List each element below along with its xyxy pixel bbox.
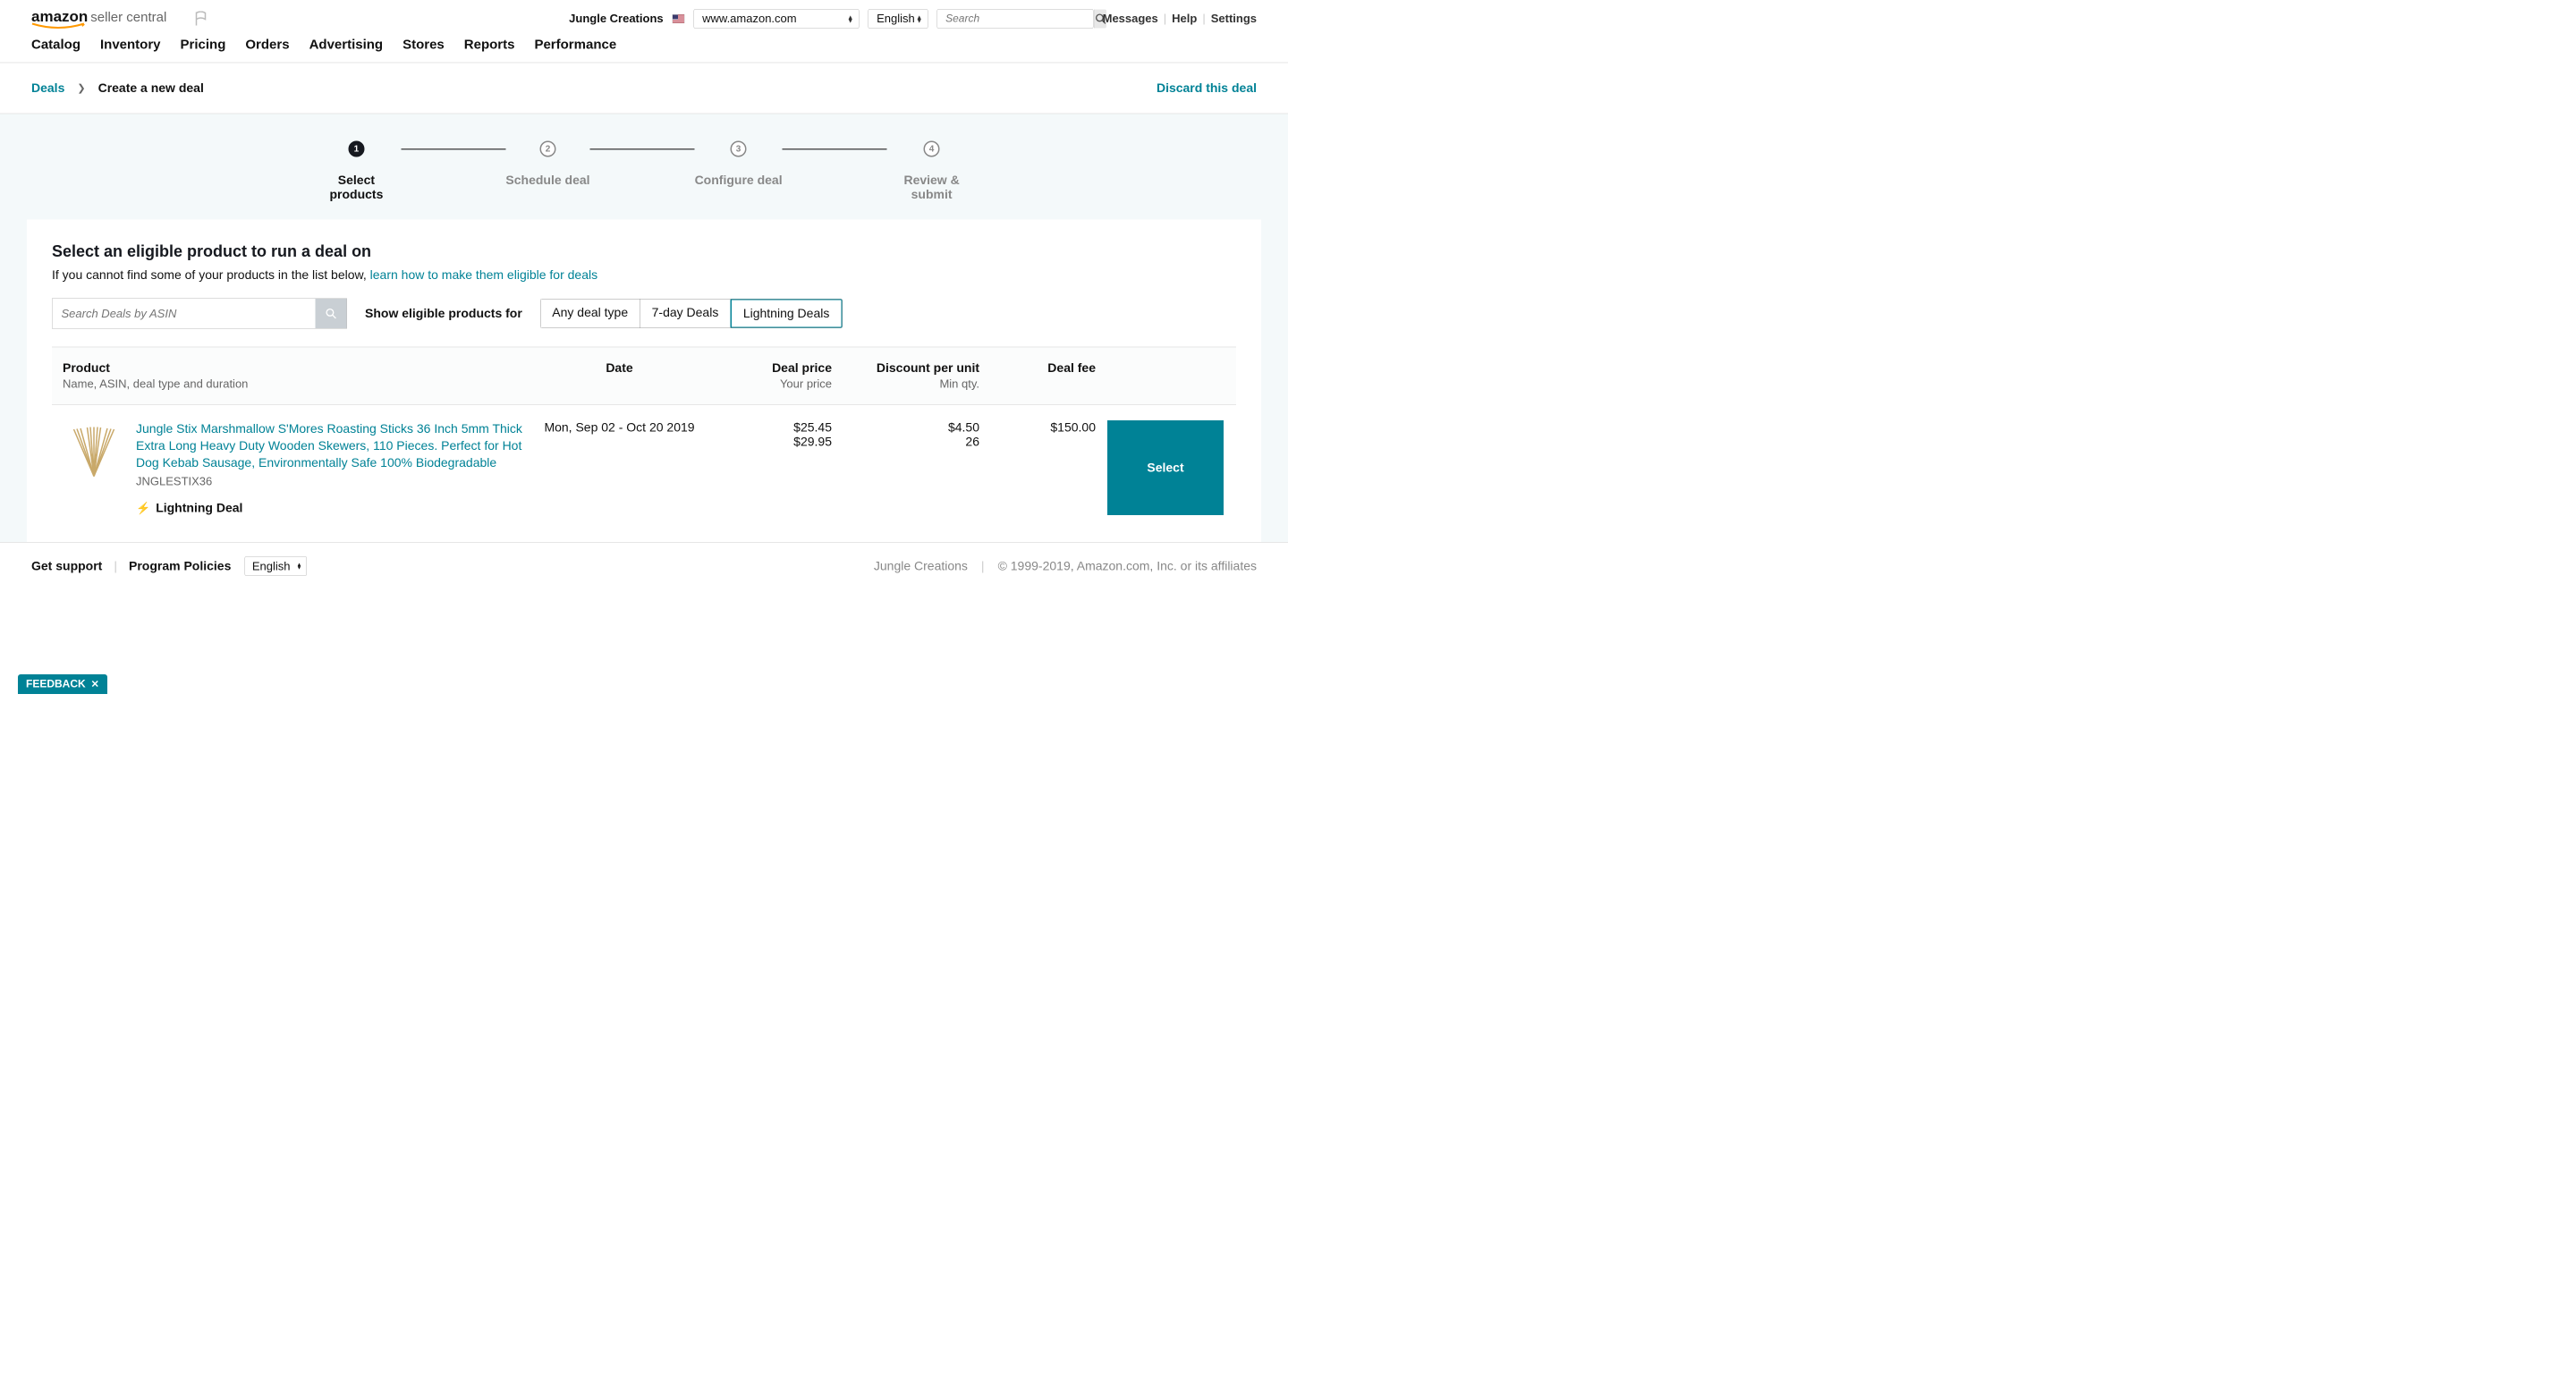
product-sku: JNGLESTIX36 bbox=[136, 475, 537, 489]
marketplace-select[interactable]: www.amazon.com ▲▼ bbox=[694, 9, 860, 29]
nav-stores[interactable]: Stores bbox=[402, 38, 445, 53]
filter-7day-deals[interactable]: 7-day Deals bbox=[640, 300, 731, 328]
step-3-label: Configure deal bbox=[695, 174, 783, 188]
row-min-qty: 26 bbox=[832, 435, 979, 449]
us-flag-icon bbox=[673, 14, 685, 23]
get-support-link[interactable]: Get support bbox=[31, 559, 102, 573]
language-select[interactable]: English ▲▼ bbox=[869, 9, 928, 29]
filter-label: Show eligible products for bbox=[365, 307, 522, 321]
section-sub-text: If you cannot find some of your products… bbox=[52, 268, 370, 283]
th-product-sub: Name, ASIN, deal type and duration bbox=[63, 377, 537, 392]
step-connector bbox=[401, 148, 505, 150]
step-3-circle: 3 bbox=[731, 141, 747, 157]
asin-search-input[interactable] bbox=[53, 299, 316, 328]
nav-advertising[interactable]: Advertising bbox=[309, 38, 384, 53]
flag-icon[interactable] bbox=[193, 10, 208, 27]
step-4-label: Review & submit bbox=[887, 174, 977, 202]
header: amazonseller central Jungle Creations ww… bbox=[0, 0, 1288, 38]
marketplace-value: www.amazon.com bbox=[702, 12, 796, 26]
breadcrumb-current: Create a new deal bbox=[98, 81, 204, 96]
step-1-label: Select products bbox=[311, 174, 401, 202]
stepper-region: 1 Select products 2 Schedule deal 3 Conf… bbox=[0, 114, 1288, 220]
footer-store-name: Jungle Creations bbox=[874, 559, 968, 573]
header-links: Messages | Help | Settings bbox=[1103, 12, 1257, 26]
nav-inventory[interactable]: Inventory bbox=[100, 38, 161, 53]
nav-pricing[interactable]: Pricing bbox=[181, 38, 226, 53]
discard-deal-link[interactable]: Discard this deal bbox=[1157, 81, 1257, 96]
step-2: 2 Schedule deal bbox=[505, 141, 589, 188]
row-deal-price: $25.45 bbox=[702, 420, 832, 435]
product-title-link[interactable]: Jungle Stix Marshmallow S'Mores Roasting… bbox=[136, 422, 522, 470]
nav-reports[interactable]: Reports bbox=[464, 38, 515, 53]
step-connector bbox=[590, 148, 695, 150]
nav-orders[interactable]: Orders bbox=[245, 38, 289, 53]
section-subtitle: If you cannot find some of your products… bbox=[52, 268, 1236, 283]
table-row: Jungle Stix Marshmallow S'Mores Roasting… bbox=[52, 405, 1236, 542]
program-policies-link[interactable]: Program Policies bbox=[129, 559, 231, 573]
th-your-price: Your price bbox=[702, 377, 832, 392]
row-fee: $150.00 bbox=[979, 420, 1096, 435]
products-table: Product Name, ASIN, deal type and durati… bbox=[52, 347, 1236, 543]
th-deal-fee: Deal fee bbox=[979, 361, 1096, 376]
language-value: English bbox=[877, 12, 915, 26]
row-discount: $4.50 bbox=[832, 420, 979, 435]
feedback-button[interactable]: FEEDBACK ✕ bbox=[18, 674, 107, 694]
step-4-circle: 4 bbox=[924, 141, 940, 157]
filter-tabs: Any deal type 7-day Deals Lightning Deal… bbox=[540, 299, 843, 328]
asin-search bbox=[52, 299, 347, 329]
content-wrap: Select an eligible product to run a deal… bbox=[0, 220, 1288, 543]
filter-any-deal[interactable]: Any deal type bbox=[540, 300, 640, 328]
messages-link[interactable]: Messages bbox=[1103, 12, 1158, 26]
step-1-circle: 1 bbox=[348, 141, 364, 157]
lightning-icon: ⚡ bbox=[136, 501, 150, 515]
help-link[interactable]: Help bbox=[1172, 12, 1197, 26]
table-header: Product Name, ASIN, deal type and durati… bbox=[52, 348, 1236, 406]
search-input[interactable] bbox=[937, 9, 1095, 28]
nav-performance[interactable]: Performance bbox=[534, 38, 616, 53]
step-2-label: Schedule deal bbox=[505, 174, 589, 188]
search-icon bbox=[326, 308, 337, 319]
footer-copyright: © 1999-2019, Amazon.com, Inc. or its aff… bbox=[998, 559, 1257, 573]
chevron-right-icon: ❯ bbox=[77, 82, 85, 94]
close-icon[interactable]: ✕ bbox=[91, 679, 99, 690]
settings-link[interactable]: Settings bbox=[1211, 12, 1257, 26]
feedback-label: FEEDBACK bbox=[26, 678, 86, 690]
select-button[interactable]: Select bbox=[1107, 420, 1224, 515]
step-3: 3 Configure deal bbox=[695, 141, 783, 188]
filter-lightning-deals[interactable]: Lightning Deals bbox=[730, 299, 843, 328]
th-date: Date bbox=[537, 361, 702, 376]
row-date: Mon, Sep 02 - Oct 20 2019 bbox=[537, 420, 702, 435]
filter-row: Show eligible products for Any deal type… bbox=[52, 299, 1236, 329]
section-title: Select an eligible product to run a deal… bbox=[52, 242, 1236, 261]
store-name: Jungle Creations bbox=[569, 12, 663, 26]
header-search bbox=[937, 9, 1094, 29]
th-discount: Discount per unit bbox=[832, 361, 979, 376]
eligible-products-card: Select an eligible product to run a deal… bbox=[27, 220, 1261, 543]
step-1: 1 Select products bbox=[311, 141, 401, 202]
asin-search-button[interactable] bbox=[316, 299, 347, 328]
product-thumbnail bbox=[63, 420, 125, 483]
th-product: Product bbox=[63, 361, 537, 376]
deal-type-badge: ⚡ Lightning Deal bbox=[136, 501, 537, 515]
main-nav: Catalog Inventory Pricing Orders Adverti… bbox=[0, 38, 1288, 63]
nav-catalog[interactable]: Catalog bbox=[31, 38, 80, 53]
footer-language-select[interactable]: English ▲▼ bbox=[244, 556, 307, 576]
eligibility-help-link[interactable]: learn how to make them eligible for deal… bbox=[370, 268, 597, 283]
th-deal-price: Deal price bbox=[702, 361, 832, 376]
step-4: 4 Review & submit bbox=[887, 141, 977, 202]
footer-language-value: English bbox=[252, 559, 291, 573]
step-2-circle: 2 bbox=[539, 141, 555, 157]
footer: Get support | Program Policies English ▲… bbox=[0, 542, 1288, 589]
step-connector bbox=[783, 148, 887, 150]
breadcrumb: Deals ❯ Create a new deal Discard this d… bbox=[0, 63, 1288, 114]
th-min-qty: Min qty. bbox=[832, 377, 979, 392]
breadcrumb-deals[interactable]: Deals bbox=[31, 81, 64, 96]
deal-type-text: Lightning Deal bbox=[156, 501, 242, 515]
seller-central-logo[interactable]: amazonseller central bbox=[31, 8, 166, 30]
row-your-price: $29.95 bbox=[702, 435, 832, 449]
sticks-icon bbox=[67, 425, 121, 478]
